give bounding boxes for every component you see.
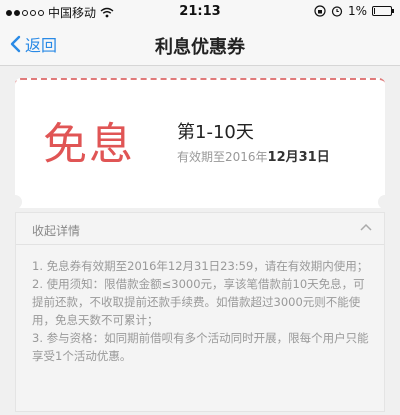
coupon-notch-right	[378, 195, 392, 209]
collapse-details-toggle[interactable]: 收起详情	[16, 213, 384, 245]
coupon-validity: 有效期至2016年12月31日	[177, 146, 330, 165]
alarm-icon	[331, 6, 343, 17]
rotation-lock-icon	[314, 5, 326, 17]
coupon-notch-left	[8, 195, 22, 209]
battery-percent: 1%	[347, 4, 367, 18]
rule-item: 2. 使用须知：限借款金额≤3000元，享该笔借款前10天免息，可提前还款，不收…	[32, 277, 365, 327]
rules-list: 1. 免息券有效期至2016年12月31日23:59，请在有效期内使用； 2. …	[32, 257, 374, 365]
coupon-card: 免息 第1-10天 有效期至2016年12月31日	[8, 78, 392, 209]
rule-item: 3. 参与资格：如同期前借呗有多个活动同时开展，限每个用户只能享受1个活动优惠。	[32, 331, 369, 363]
details-panel: 收起详情 1. 免息券有效期至2016年12月31日23:59，请在有效期内使用…	[15, 212, 385, 412]
battery-icon	[372, 6, 394, 16]
nav-bar: 返回 利息优惠券	[0, 22, 400, 66]
page-title: 利息优惠券	[155, 37, 245, 58]
rule-item: 1. 免息券有效期至2016年12月31日23:59，请在有效期内使用；	[32, 259, 369, 273]
coupon-title: 第1-10天	[177, 122, 254, 143]
validity-date: 12月31日	[267, 150, 330, 165]
chevron-up-icon	[360, 223, 372, 231]
collapse-details-label: 收起详情	[32, 224, 81, 238]
validity-prefix: 有效期至2016年	[177, 150, 268, 164]
status-bar: 中国移动 21:13 1%	[0, 0, 400, 22]
coupon-amount: 免息	[43, 119, 135, 170]
status-right: 1%	[314, 4, 394, 18]
